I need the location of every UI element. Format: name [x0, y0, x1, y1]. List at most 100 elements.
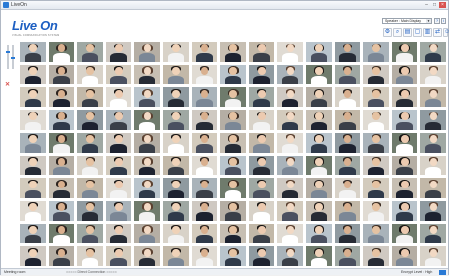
participant-tile[interactable]: [390, 63, 419, 86]
participant-tile[interactable]: [47, 63, 76, 86]
participant-tile[interactable]: [19, 199, 47, 222]
slider-knob[interactable]: [6, 51, 10, 53]
participant-tile[interactable]: [333, 131, 362, 154]
participant-tile[interactable]: [133, 245, 161, 267]
window-button[interactable]: ▢: [413, 28, 422, 37]
participant-tile[interactable]: [333, 199, 362, 222]
participant-tile[interactable]: [47, 222, 76, 245]
participant-tile[interactable]: [390, 154, 419, 177]
participant-tile[interactable]: [419, 199, 447, 222]
participant-tile[interactable]: [162, 245, 190, 267]
participant-tile[interactable]: [19, 109, 47, 131]
participant-tile[interactable]: [419, 86, 447, 109]
participant-tile[interactable]: [76, 86, 104, 109]
participant-tile[interactable]: [19, 63, 47, 86]
participant-tile[interactable]: [305, 222, 333, 245]
participant-tile[interactable]: [219, 245, 247, 267]
speaker-select[interactable]: Speaker : Main Display ▼: [382, 18, 432, 24]
participant-tile[interactable]: [390, 222, 419, 245]
info-button[interactable]: i: [441, 18, 446, 24]
participant-tile[interactable]: [47, 41, 76, 63]
participant-tile[interactable]: [247, 86, 276, 109]
participant-tile[interactable]: [219, 41, 247, 63]
participant-tile[interactable]: [362, 41, 390, 63]
participant-tile[interactable]: [219, 86, 247, 109]
participant-tile[interactable]: [247, 154, 276, 177]
participant-tile[interactable]: [162, 63, 190, 86]
participant-tile[interactable]: [362, 109, 390, 131]
participant-tile[interactable]: [247, 63, 276, 86]
participant-tile[interactable]: [305, 245, 333, 267]
participant-tile[interactable]: [247, 222, 276, 245]
participant-tile[interactable]: [276, 86, 304, 109]
participant-tile[interactable]: [333, 86, 362, 109]
participant-tile[interactable]: [19, 222, 47, 245]
close-button[interactable]: ×: [439, 2, 446, 8]
participant-tile[interactable]: [419, 177, 447, 199]
participant-tile[interactable]: [333, 177, 362, 199]
participant-tile[interactable]: [104, 245, 133, 267]
participant-tile[interactable]: [219, 199, 247, 222]
participant-tile[interactable]: [133, 86, 161, 109]
participant-tile[interactable]: [419, 63, 447, 86]
participant-tile[interactable]: [19, 41, 47, 63]
participant-tile[interactable]: [305, 63, 333, 86]
participant-tile[interactable]: [104, 41, 133, 63]
participant-tile[interactable]: [390, 109, 419, 131]
participant-tile[interactable]: [104, 131, 133, 154]
participant-tile[interactable]: [276, 41, 304, 63]
chart-button[interactable]: ▥: [423, 28, 432, 37]
participant-tile[interactable]: [76, 131, 104, 154]
participant-tile[interactable]: [333, 222, 362, 245]
mute-icon[interactable]: ✕: [5, 81, 10, 88]
participant-tile[interactable]: [305, 86, 333, 109]
participant-tile[interactable]: [162, 199, 190, 222]
participant-tile[interactable]: [190, 63, 219, 86]
participant-tile[interactable]: [47, 109, 76, 131]
participant-tile[interactable]: [162, 154, 190, 177]
mic-volume-slider[interactable]: [6, 45, 10, 69]
participant-tile[interactable]: [247, 199, 276, 222]
participant-tile[interactable]: [362, 131, 390, 154]
participant-tile[interactable]: [104, 109, 133, 131]
participant-tile[interactable]: [362, 222, 390, 245]
participant-tile[interactable]: [219, 154, 247, 177]
participant-tile[interactable]: [76, 41, 104, 63]
title-bar[interactable]: LiveOn – □ ×: [1, 1, 448, 10]
participant-tile[interactable]: [47, 245, 76, 267]
participant-tile[interactable]: [219, 177, 247, 199]
participant-tile[interactable]: [219, 131, 247, 154]
participant-tile[interactable]: [104, 177, 133, 199]
settings-button[interactable]: ⚙: [383, 28, 392, 37]
participant-tile[interactable]: [47, 177, 76, 199]
participant-tile[interactable]: [390, 131, 419, 154]
participant-tile[interactable]: [362, 245, 390, 267]
participant-tile[interactable]: [104, 222, 133, 245]
participant-tile[interactable]: [190, 245, 219, 267]
users-button[interactable]: ☺: [443, 28, 449, 37]
participant-tile[interactable]: [419, 245, 447, 267]
participant-tile[interactable]: [247, 177, 276, 199]
participant-tile[interactable]: [162, 222, 190, 245]
participant-tile[interactable]: [305, 177, 333, 199]
participant-tile[interactable]: [162, 109, 190, 131]
participant-tile[interactable]: [333, 63, 362, 86]
search-button[interactable]: ⌕: [393, 28, 402, 37]
participant-tile[interactable]: [247, 109, 276, 131]
maximize-button[interactable]: □: [431, 2, 438, 8]
participant-tile[interactable]: [133, 63, 161, 86]
participant-tile[interactable]: [219, 63, 247, 86]
participant-tile[interactable]: [190, 41, 219, 63]
participant-tile[interactable]: [219, 222, 247, 245]
participant-tile[interactable]: [305, 199, 333, 222]
participant-tile[interactable]: [19, 131, 47, 154]
participant-tile[interactable]: [276, 154, 304, 177]
help-button[interactable]: ?: [434, 18, 440, 24]
participant-tile[interactable]: [390, 41, 419, 63]
participant-tile[interactable]: [390, 177, 419, 199]
participant-tile[interactable]: [333, 109, 362, 131]
share-button[interactable]: ⇄: [433, 28, 442, 37]
participant-tile[interactable]: [419, 131, 447, 154]
participant-tile[interactable]: [76, 154, 104, 177]
participant-tile[interactable]: [305, 131, 333, 154]
